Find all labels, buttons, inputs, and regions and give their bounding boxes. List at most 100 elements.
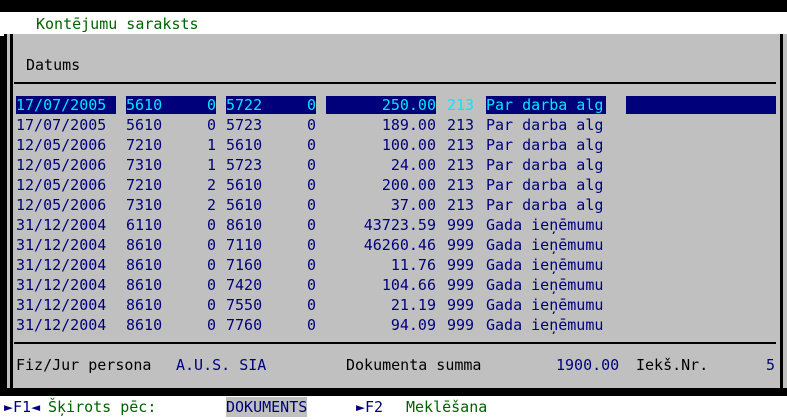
table-row[interactable]: 12/05/2006 7210 2 5610 0 200.00 213 Par darba a…	[16, 175, 776, 195]
row-credit-sub: 0	[306, 316, 316, 334]
row-amount: 37.00	[390, 196, 436, 214]
row-debit-account: 7210	[126, 176, 163, 194]
row-debit-sub: 0	[206, 296, 216, 314]
row-debit-sub: 0	[206, 316, 216, 334]
left-border	[4, 34, 7, 388]
row-description: Gada ieņēmumu	[486, 296, 604, 314]
row-debit-account: 6110	[126, 216, 163, 234]
row-description: Par darba alg	[486, 96, 604, 114]
row-debit-sub: 0	[206, 256, 216, 274]
column-header-datums[interactable]: Datums	[26, 55, 80, 75]
row-amount: 43723.59	[363, 216, 436, 234]
row-credit-sub: 0	[306, 216, 316, 234]
row-date: 12/05/2006	[16, 176, 107, 194]
person-label: Fiz/Jur persona	[16, 356, 152, 374]
header-separator	[14, 82, 776, 84]
number-label: Iekš.Nr.	[636, 356, 709, 374]
row-date: 12/05/2006	[16, 196, 107, 214]
row-debit-account: 7310	[126, 196, 163, 214]
row-date: 31/12/2004	[16, 256, 107, 274]
row-debit-sub: 0	[206, 216, 216, 234]
row-description: Par darba alg	[486, 136, 604, 154]
row-description: Gada ieņēmumu	[486, 216, 604, 234]
row-credit-account: 5610	[226, 176, 263, 194]
row-description: Gada ieņēmumu	[486, 256, 604, 274]
row-amount: 250.00	[381, 96, 436, 114]
row-date: 17/07/2005	[16, 96, 107, 114]
f2-key[interactable]: ►F2	[356, 397, 383, 417]
table-row[interactable]: 31/12/2004 8610 0 7160 0 11.76 999 Gada ieņēmum…	[16, 255, 776, 275]
row-code: 999	[447, 216, 475, 234]
row-credit-sub: 0	[306, 296, 316, 314]
table-row[interactable]: 31/12/2004 8610 0 7110 0 46260.46 999 Gada ieņē…	[16, 235, 776, 255]
row-code: 213	[447, 136, 475, 154]
row-debit-account: 8610	[126, 296, 163, 314]
row-code: 999	[447, 276, 475, 294]
row-credit-sub: 0	[306, 136, 316, 154]
row-code: 999	[447, 296, 475, 314]
row-debit-account: 5610	[126, 96, 163, 114]
row-amount: 104.66	[381, 276, 436, 294]
row-debit-account: 5610	[126, 116, 163, 134]
row-date: 31/12/2004	[16, 216, 107, 234]
row-amount: 189.00	[381, 116, 436, 134]
left-border-inner	[10, 34, 13, 388]
window-title: Kontējumu saraksts	[36, 15, 199, 33]
row-debit-sub: 0	[206, 236, 216, 254]
row-debit-sub: 1	[206, 136, 216, 154]
row-description: Par darba alg	[486, 196, 604, 214]
row-credit-sub: 0	[306, 176, 316, 194]
row-description: Gada ieņēmumu	[486, 276, 604, 294]
table-row[interactable]: 31/12/2004 8610 0 7760 0 94.09 999 Gada ieņēmum…	[16, 315, 776, 335]
row-debit-account: 7310	[126, 156, 163, 174]
row-credit-account: 7160	[226, 256, 263, 274]
row-debit-sub: 1	[206, 156, 216, 174]
row-credit-account: 7760	[226, 316, 263, 334]
table-row[interactable]: 12/05/2006 7310 1 5723 0 24.00 213 Par darba al…	[16, 155, 776, 175]
row-date: 17/07/2005	[16, 116, 107, 134]
row-debit-sub: 0	[206, 116, 216, 134]
row-code: 213	[447, 176, 475, 194]
row-code: 213	[447, 196, 475, 214]
row-amount: 24.00	[390, 156, 436, 174]
row-date: 12/05/2006	[16, 136, 107, 154]
row-debit-account: 8610	[126, 256, 163, 274]
row-credit-sub: 0	[306, 156, 316, 174]
row-date: 31/12/2004	[16, 236, 107, 254]
row-code: 213	[447, 156, 475, 174]
row-description: Gada ieņēmumu	[486, 316, 604, 334]
row-code: 213	[447, 116, 475, 134]
row-date: 31/12/2004	[16, 316, 107, 334]
table-row-selected[interactable]: 17/07/2005 5610 0 5722 0 250.00 213 Par darba a…	[16, 95, 776, 115]
row-code: 213	[447, 96, 475, 114]
row-credit-sub: 0	[306, 276, 316, 294]
row-credit-sub: 0	[306, 196, 316, 214]
table-row[interactable]: 31/12/2004 6110 0 8610 0 43723.59 999 Gada ieņē…	[16, 215, 776, 235]
row-date: 31/12/2004	[16, 276, 107, 294]
sort-value[interactable]: DOKUMENTS	[226, 397, 308, 417]
row-code: 999	[447, 316, 475, 334]
row-debit-sub: 0	[206, 96, 216, 114]
table-row[interactable]: 31/12/2004 8610 0 7550 0 21.19 999 Gada ieņēmum…	[16, 295, 776, 315]
row-credit-account: 7110	[226, 236, 263, 254]
row-amount: 100.00	[381, 136, 436, 154]
row-date: 12/05/2006	[16, 156, 107, 174]
row-credit-account: 5610	[226, 136, 263, 154]
row-debit-sub: 0	[206, 276, 216, 294]
table-row[interactable]: 12/05/2006 7310 2 5610 0 37.00 213 Par darba al…	[16, 195, 776, 215]
row-debit-account: 8610	[126, 316, 163, 334]
row-code: 999	[447, 236, 475, 254]
f1-key[interactable]: ►F1◄	[4, 397, 40, 417]
row-debit-account: 7210	[126, 136, 163, 154]
table-row[interactable]: 17/07/2005 5610 0 5723 0 189.00 213 Par darba a…	[16, 115, 776, 135]
f2-search-label[interactable]: Meklēšana	[406, 397, 487, 417]
row-debit-account: 8610	[126, 276, 163, 294]
table-row[interactable]: 12/05/2006 7210 1 5610 0 100.00 213 Par darba a…	[16, 135, 776, 155]
f1-sort-label[interactable]: Šķirots pēc:	[48, 397, 156, 417]
row-debit-sub: 2	[206, 176, 216, 194]
table-row[interactable]: 31/12/2004 8610 0 7420 0 104.66 999 Gada ieņēmu…	[16, 275, 776, 295]
row-credit-account: 5723	[226, 116, 263, 134]
row-description: Gada ieņēmumu	[486, 236, 604, 254]
row-credit-account: 8610	[226, 216, 263, 234]
row-credit-sub: 0	[306, 256, 316, 274]
